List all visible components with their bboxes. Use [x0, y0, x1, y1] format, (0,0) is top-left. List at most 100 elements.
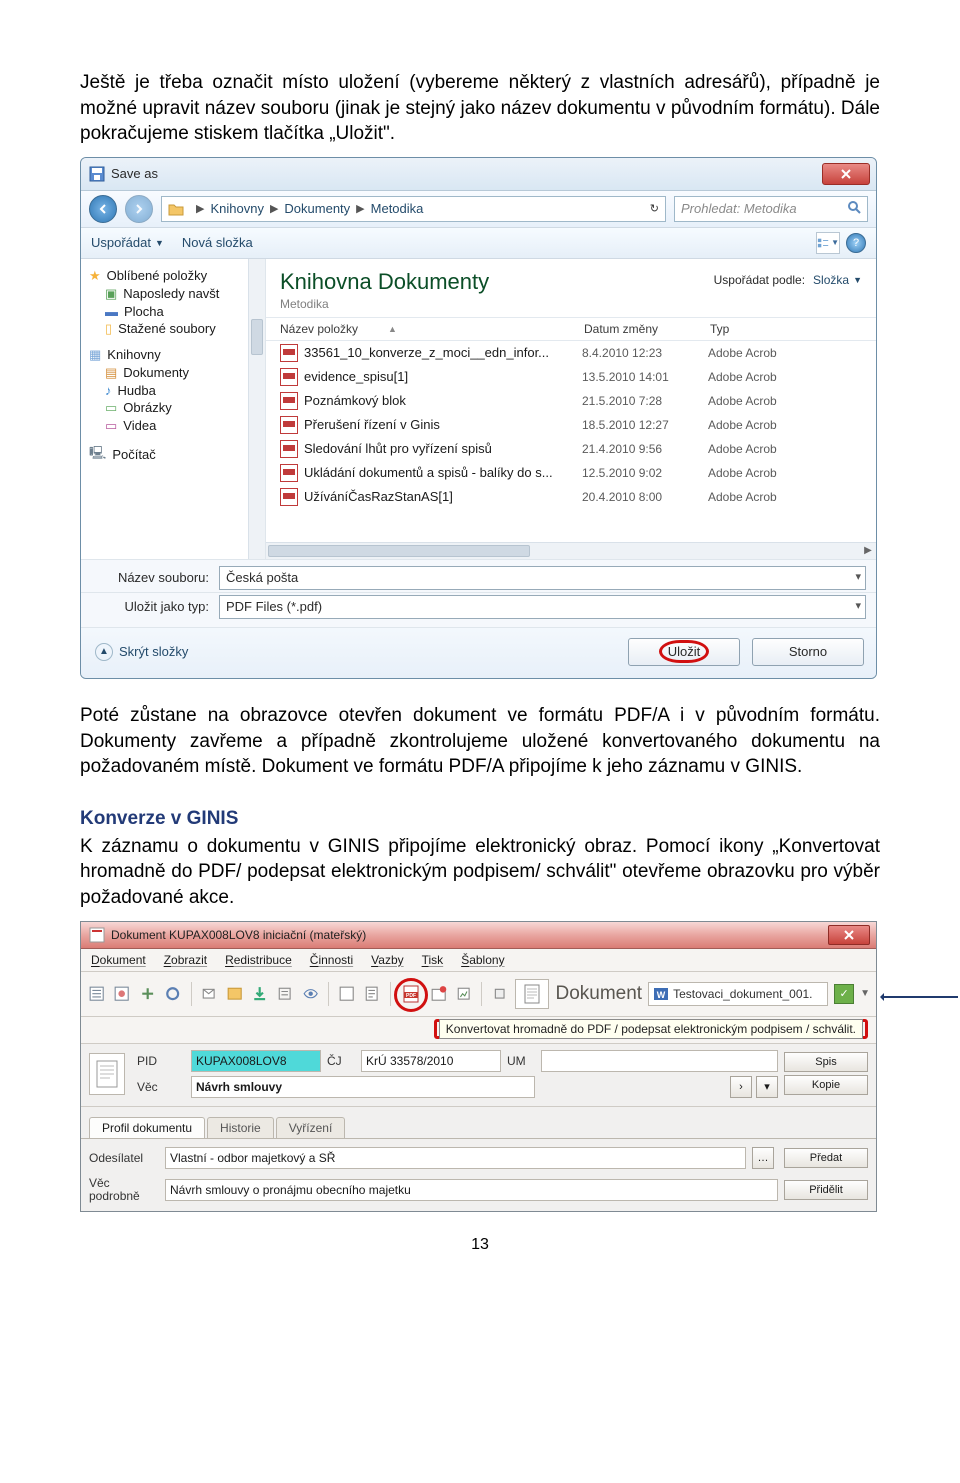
forward-button[interactable] [125, 195, 153, 223]
folder-icon: ▯ [105, 321, 112, 337]
nav-computer[interactable]: 🖳 Počítač [89, 443, 261, 467]
toolbar-icon-9[interactable] [301, 982, 320, 1006]
toolbar-icon-13[interactable] [429, 982, 448, 1006]
vec-field[interactable]: Návrh smlouvy [191, 1076, 535, 1098]
toolbar-icon-5[interactable] [199, 982, 218, 1006]
file-row[interactable]: Poznámkový blok21.5.2010 7:28Adobe Acrob [266, 389, 876, 413]
save-as-titlebar: Save as [81, 158, 876, 191]
file-type: Adobe Acrob [708, 346, 876, 360]
organize-label: Uspořádat [91, 235, 151, 250]
refresh-icon[interactable]: ↻ [650, 202, 659, 215]
close-button[interactable] [822, 163, 870, 185]
save-button[interactable]: Uložit [628, 638, 740, 666]
toolbar-icon-1[interactable] [87, 982, 106, 1006]
hide-folders-link[interactable]: ▲ Skrýt složky [95, 643, 188, 661]
file-columns-header[interactable]: Název položky ▲ Datum změny Typ [266, 317, 876, 341]
toolbar-icon-4[interactable] [163, 982, 182, 1006]
menu-dokument[interactable]: Dokument [91, 953, 146, 967]
nav-desktop-label: Plocha [124, 304, 164, 319]
chevron-down-icon[interactable]: ▼ [860, 988, 870, 999]
nav-libraries[interactable]: ▦ Knihovny [89, 346, 261, 364]
nav-videos[interactable]: ▭ Videa [105, 417, 261, 435]
horizontal-scrollbar[interactable]: ◀ ▶ [266, 542, 876, 559]
spis-button[interactable]: Spis [784, 1052, 868, 1072]
tab-profil[interactable]: Profil dokumentu [89, 1117, 205, 1138]
menu-sablony[interactable]: Šablony [461, 953, 504, 967]
file-date: 12.5.2010 9:02 [582, 466, 708, 480]
toolbar-icon-15[interactable] [490, 982, 509, 1006]
ginis-app-icon [89, 927, 105, 943]
status-chip[interactable]: ✓ [834, 984, 854, 1004]
crumb-libraries[interactable]: Knihovny [210, 201, 263, 216]
nav-scrollbar[interactable] [248, 259, 265, 559]
nav-pictures[interactable]: ▭ Obrázky [105, 399, 261, 417]
help-button[interactable]: ? [846, 233, 866, 253]
toolbar-icon-7[interactable] [250, 982, 269, 1006]
file-name: Ukládání dokumentů a spisů - balíky do s… [304, 465, 582, 480]
menu-tisk[interactable]: Tisk [422, 953, 444, 967]
file-row[interactable]: evidence_spisu[1]13.5.2010 14:01Adobe Ac… [266, 365, 876, 389]
library-title: Knihovna Dokumenty [280, 269, 489, 295]
document-type-icon[interactable] [89, 1053, 125, 1095]
nav-documents[interactable]: ▤ Dokumenty [105, 364, 261, 382]
chevron-down-icon[interactable]: ▾ [855, 570, 861, 583]
organize-button[interactable]: Uspořádat ▼ [91, 235, 164, 250]
um-field[interactable] [541, 1050, 778, 1072]
file-row[interactable]: UžíváníČasRazStanAS[1]20.4.2010 8:00Adob… [266, 485, 876, 509]
search-input[interactable]: Prohledat: Metodika [674, 196, 868, 222]
pridelit-button[interactable]: Přidělit [784, 1180, 868, 1200]
document-preview-icon[interactable] [515, 979, 549, 1009]
odesilatel-lookup-button[interactable]: … [752, 1147, 774, 1169]
toolbar-icon-14[interactable] [454, 982, 473, 1006]
breadcrumb[interactable]: ▶ Knihovny ▶ Dokumenty ▶ Metodika ↻ [161, 196, 666, 222]
nav-music[interactable]: ♪ Hudba [105, 382, 261, 399]
toolbar-icon-2[interactable] [112, 982, 131, 1006]
file-date: 21.5.2010 7:28 [582, 394, 708, 408]
cancel-button[interactable]: Storno [752, 638, 864, 666]
view-mode-button[interactable]: ▼ [816, 232, 840, 254]
kopie-button[interactable]: Kopie [784, 1075, 868, 1095]
predat-button[interactable]: Předat [784, 1148, 868, 1168]
file-row[interactable]: 33561_10_konverze_z_moci__edn_infor...8.… [266, 341, 876, 365]
toolbar-icon-8[interactable] [275, 982, 294, 1006]
menu-cinnosti[interactable]: Činnosti [310, 953, 353, 967]
toolbar-icon-10[interactable] [337, 982, 356, 1006]
tab-historie[interactable]: Historie [207, 1117, 274, 1138]
menu-vazby[interactable]: Vazby [371, 953, 403, 967]
toolbar-icon-6[interactable] [225, 982, 244, 1006]
crumb-metodika[interactable]: Metodika [371, 201, 424, 216]
ginis-close-button[interactable] [828, 925, 870, 945]
vec-nav-prev[interactable]: › [730, 1076, 752, 1098]
menu-redistribuce[interactable]: Redistribuce [225, 953, 292, 967]
toolbar-icon-3[interactable] [138, 982, 157, 1006]
vec-podrobne-field[interactable]: Návrh smlouvy o pronájmu obecního majetk… [165, 1179, 778, 1201]
vec-nav-next[interactable]: ▾ [756, 1076, 778, 1098]
pid-field[interactable]: KUPAX008LOV8 [191, 1050, 321, 1072]
chevron-down-icon[interactable]: ▾ [855, 599, 861, 612]
toolbar-icon-11[interactable] [362, 982, 381, 1006]
file-row[interactable]: Přerušení řízení v Ginis18.5.2010 12:27A… [266, 413, 876, 437]
nav-downloads[interactable]: ▯ Stažené soubory [105, 320, 261, 338]
back-button[interactable] [89, 195, 117, 223]
document-filename-field[interactable]: W Testovaci_dokument_001. [648, 982, 828, 1006]
convert-pdf-button[interactable]: PDF [399, 982, 423, 1006]
nav-favorites[interactable]: ★ Oblíbené položky [89, 267, 261, 285]
nav-downloads-label: Stažené soubory [118, 321, 216, 336]
ginis-tabs: Profil dokumentu Historie Vyřízení [81, 1107, 876, 1139]
odesilatel-field[interactable]: Vlastní - odbor majetkový a SŘ [165, 1147, 746, 1169]
filename-input[interactable]: Česká pošta ▾ [219, 566, 866, 590]
tab-vyrizeni[interactable]: Vyřízení [276, 1117, 346, 1138]
menu-zobrazit[interactable]: Zobrazit [164, 953, 207, 967]
dialog-footer: ▲ Skrýt složky Uložit Storno [81, 627, 876, 678]
cj-field[interactable]: KrÚ 33578/2010 [361, 1050, 501, 1072]
filetype-select[interactable]: PDF Files (*.pdf) ▾ [219, 595, 866, 619]
crumb-documents[interactable]: Dokumenty [284, 201, 350, 216]
new-folder-button[interactable]: Nová složka [182, 235, 253, 250]
scroll-right-icon[interactable]: ▶ [860, 543, 876, 559]
nav-desktop[interactable]: ▬ Plocha [105, 303, 261, 320]
nav-recent[interactable]: ▣ Naposledy navšt [105, 285, 261, 303]
file-row[interactable]: Ukládání dokumentů a spisů - balíky do s… [266, 461, 876, 485]
sort-dropdown[interactable]: Složka ▼ [813, 273, 862, 287]
file-row[interactable]: Sledování lhůt pro vyřízení spisů21.4.20… [266, 437, 876, 461]
intro-paragraph-1: Ještě je třeba označit místo uložení (vy… [80, 70, 880, 147]
